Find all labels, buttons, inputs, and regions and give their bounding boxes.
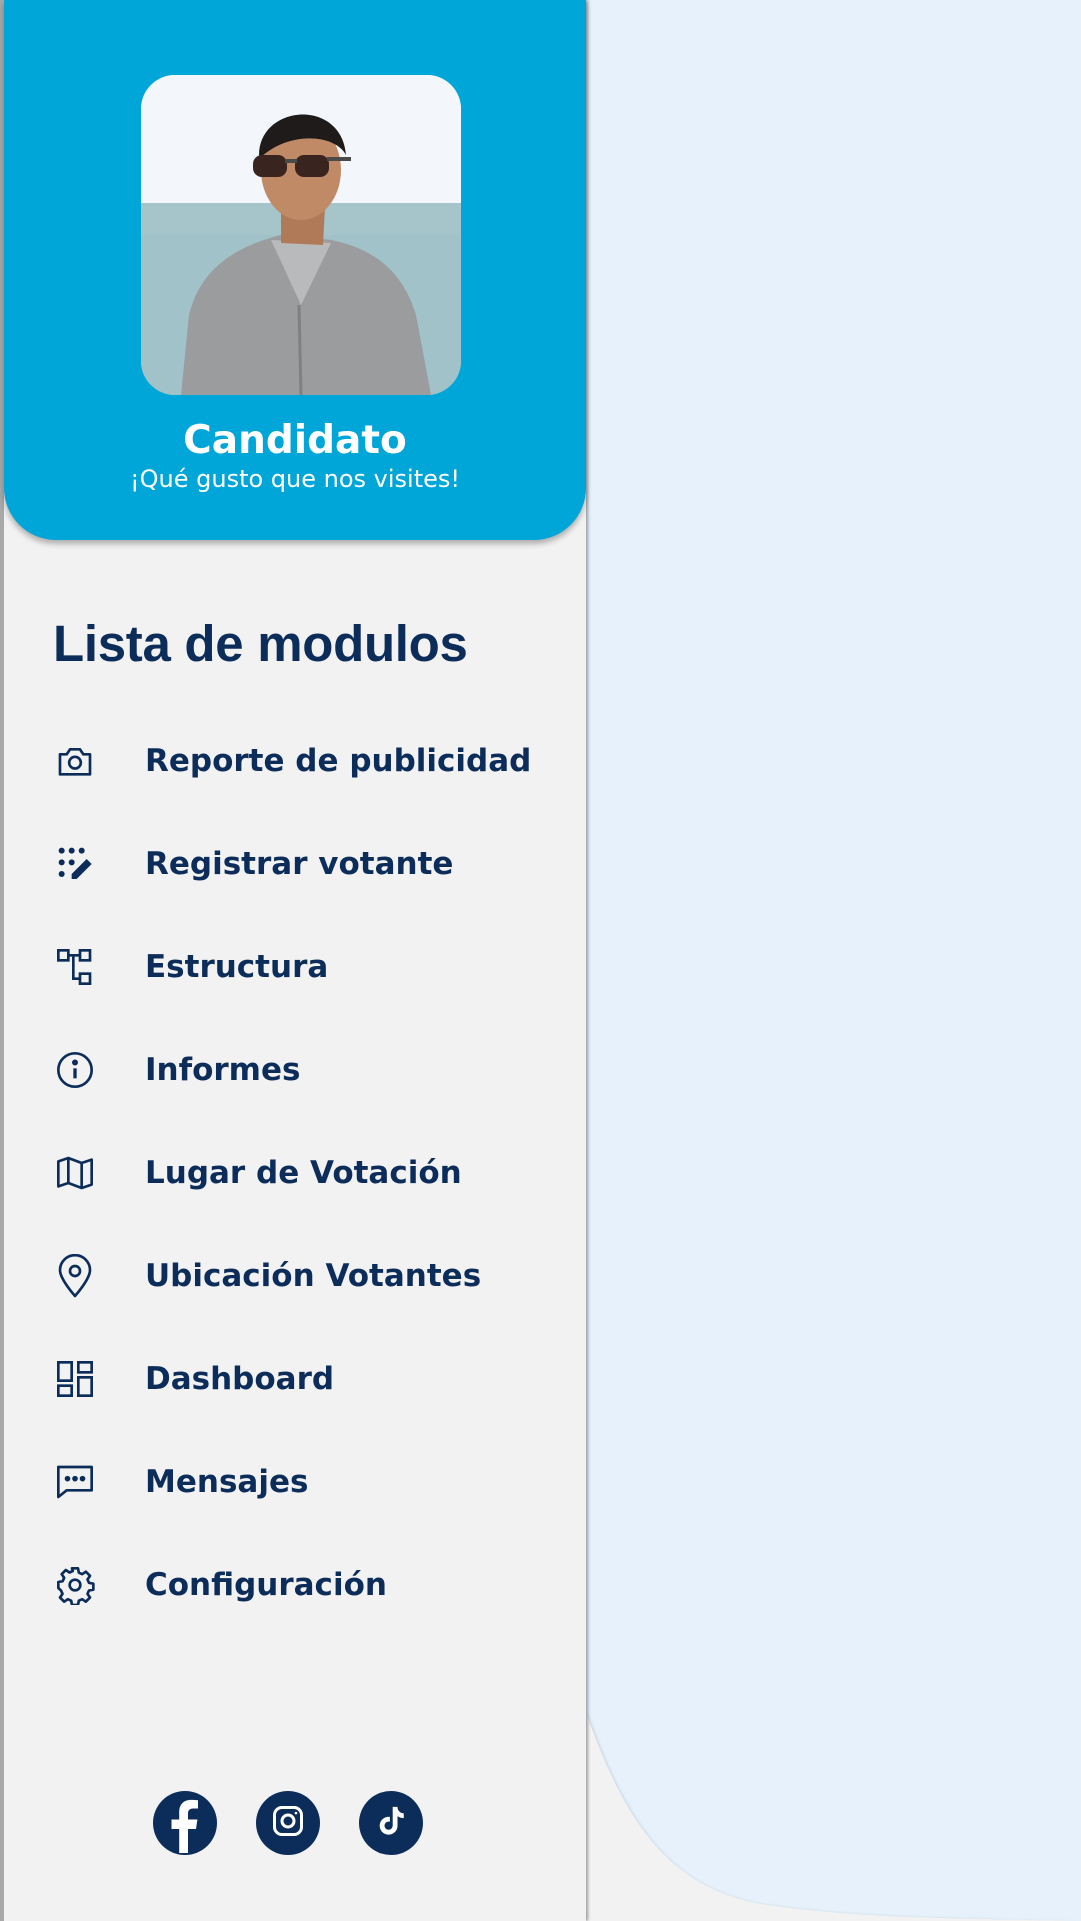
menu-item-dashboard[interactable]: Dashboard bbox=[4, 1334, 586, 1424]
menu-item-informes[interactable]: Informes bbox=[4, 1025, 586, 1115]
profile-name: Candidato bbox=[183, 418, 407, 463]
dots-pen-icon bbox=[53, 842, 97, 886]
menu-label: Estructura bbox=[145, 949, 329, 985]
navigation-drawer: Candidato ¡Qué gusto que nos visites! Li… bbox=[0, 0, 586, 1921]
menu-label: Ubicación Votantes bbox=[145, 1258, 482, 1294]
instagram-icon bbox=[270, 1803, 306, 1843]
dashboard-icon bbox=[53, 1357, 97, 1401]
facebook-button[interactable] bbox=[153, 1791, 217, 1855]
tiktok-button[interactable] bbox=[359, 1791, 423, 1855]
menu-label: Registrar votante bbox=[145, 846, 454, 882]
menu-label: Mensajes bbox=[145, 1464, 309, 1500]
info-icon bbox=[53, 1048, 97, 1092]
gear-icon bbox=[53, 1563, 97, 1607]
profile-photo bbox=[141, 75, 461, 395]
menu-label: Configuración bbox=[145, 1567, 387, 1603]
menu-label: Dashboard bbox=[145, 1361, 335, 1397]
profile-greeting: ¡Qué gusto que nos visites! bbox=[130, 465, 460, 493]
camera-icon bbox=[53, 739, 97, 783]
hierarchy-icon bbox=[53, 945, 97, 989]
menu-label: Lugar de Votación bbox=[145, 1155, 462, 1191]
facebook-icon bbox=[153, 1789, 217, 1857]
map-icon bbox=[53, 1151, 97, 1195]
message-icon bbox=[53, 1460, 97, 1504]
app-screen: Candidato ¡Qué gusto que nos visites! Li… bbox=[0, 0, 1081, 1921]
menu-item-ubicacion-votantes[interactable]: Ubicación Votantes bbox=[4, 1231, 586, 1321]
menu-item-estructura[interactable]: Estructura bbox=[4, 922, 586, 1012]
modules-title: Lista de modulos bbox=[53, 615, 468, 672]
tiktok-icon bbox=[374, 1804, 408, 1842]
profile-avatar[interactable] bbox=[141, 75, 461, 395]
menu-label: Informes bbox=[145, 1052, 301, 1088]
menu-item-mensajes[interactable]: Mensajes bbox=[4, 1437, 586, 1527]
menu-label: Reporte de publicidad bbox=[145, 743, 532, 779]
menu-item-lugar-votacion[interactable]: Lugar de Votación bbox=[4, 1128, 586, 1218]
menu-item-registrar-votante[interactable]: Registrar votante bbox=[4, 819, 586, 909]
menu-item-configuracion[interactable]: Configuración bbox=[4, 1540, 586, 1630]
menu-item-reporte-publicidad[interactable]: Reporte de publicidad bbox=[4, 716, 586, 806]
instagram-button[interactable] bbox=[256, 1791, 320, 1855]
profile-header: Candidato ¡Qué gusto que nos visites! bbox=[4, 0, 586, 540]
location-pin-icon bbox=[53, 1254, 97, 1298]
